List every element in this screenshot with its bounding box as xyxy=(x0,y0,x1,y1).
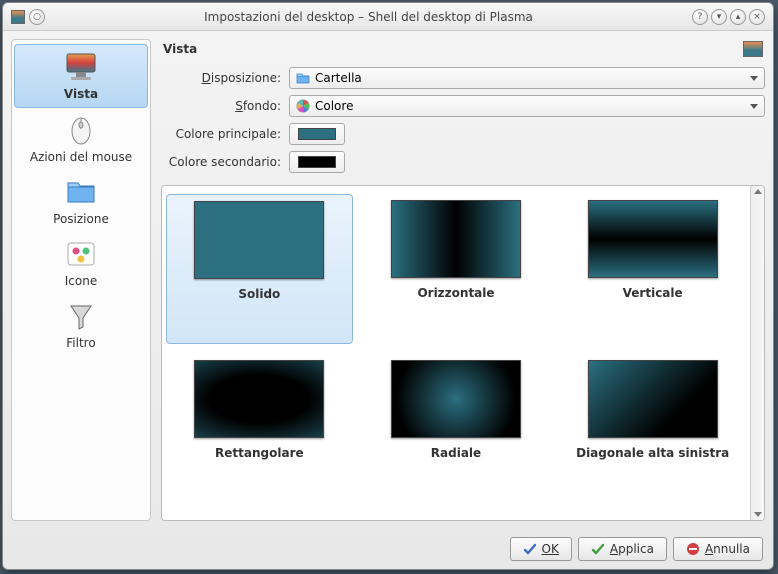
chevron-down-icon xyxy=(750,76,758,81)
pattern-orizzontale[interactable]: Orizzontale xyxy=(363,194,550,344)
sidebar-item-icone[interactable]: Icone xyxy=(14,232,148,294)
sidebar-item-label: Posizione xyxy=(53,212,109,226)
funnel-icon xyxy=(65,300,97,332)
pattern-verticale[interactable]: Verticale xyxy=(559,194,746,344)
pattern-label: Radiale xyxy=(431,446,481,460)
check-green-icon xyxy=(591,542,605,556)
window-menu-icon[interactable]: ○ xyxy=(29,9,45,25)
scroll-down-icon[interactable] xyxy=(754,512,762,517)
help-icon[interactable]: ? xyxy=(692,9,708,25)
combo-disposizione[interactable]: Cartella xyxy=(289,67,765,89)
label-colore-principale: Colore principale: xyxy=(161,127,281,141)
pattern-thumb xyxy=(588,200,718,278)
pattern-label: Orizzontale xyxy=(417,286,494,300)
color-principal-button[interactable] xyxy=(289,123,345,145)
page-title: Vista xyxy=(163,42,197,56)
chevron-down-icon xyxy=(750,104,758,109)
maximize-icon[interactable]: ▴ xyxy=(730,9,746,25)
titlebar: ○ Impostazioni del desktop – Shell del d… xyxy=(3,3,773,31)
dialog-button-bar: OK Applica Annulla xyxy=(3,529,773,569)
color-secondary-swatch xyxy=(298,156,336,168)
sidebar-item-label: Icone xyxy=(65,274,97,288)
pattern-thumb xyxy=(391,200,521,278)
combo-value: Cartella xyxy=(315,71,362,85)
button-label: OK xyxy=(542,542,559,556)
monitor-small-icon xyxy=(743,41,763,57)
scroll-up-icon[interactable] xyxy=(754,189,762,194)
pattern-thumb xyxy=(194,360,324,438)
pattern-label: Solido xyxy=(238,287,280,301)
sidebar-item-mouse[interactable]: Azioni del mouse xyxy=(14,108,148,170)
label-sfondo: Sfondo: xyxy=(161,99,281,113)
color-wheel-icon xyxy=(296,99,310,113)
sidebar-item-vista[interactable]: Vista xyxy=(14,44,148,108)
label-colore-secondario: Colore secondario: xyxy=(161,155,281,169)
button-label: Annulla xyxy=(705,542,750,556)
pattern-label: Verticale xyxy=(623,286,683,300)
pattern-solido[interactable]: Solido xyxy=(166,194,353,344)
pattern-label: Diagonale alta sinistra xyxy=(576,446,729,460)
button-label: Applica xyxy=(610,542,654,556)
mouse-icon xyxy=(65,114,97,146)
apply-button[interactable]: Applica xyxy=(578,537,667,561)
gallery-scrollbar[interactable] xyxy=(750,186,764,520)
check-icon xyxy=(523,542,537,556)
cancel-icon xyxy=(686,542,700,556)
pattern-label: Rettangolare xyxy=(215,446,304,460)
pattern-rettangolare[interactable]: Rettangolare xyxy=(166,354,353,504)
window-title: Impostazioni del desktop – Shell del des… xyxy=(45,10,692,24)
sidebar-item-label: Filtro xyxy=(66,336,95,350)
color-principal-swatch xyxy=(298,128,336,140)
palette-icon xyxy=(65,238,97,270)
monitor-icon xyxy=(65,51,97,83)
close-icon[interactable]: × xyxy=(749,9,765,25)
settings-window: ○ Impostazioni del desktop – Shell del d… xyxy=(2,2,774,570)
pattern-radiale[interactable]: Radiale xyxy=(363,354,550,504)
pattern-gallery: Solido Orizzontale Verticale Rettangolar… xyxy=(162,186,750,520)
cancel-button[interactable]: Annulla xyxy=(673,537,763,561)
app-icon xyxy=(11,10,25,24)
pattern-gallery-frame: Solido Orizzontale Verticale Rettangolar… xyxy=(161,185,765,521)
sidebar-item-filtro[interactable]: Filtro xyxy=(14,294,148,356)
sidebar-item-label: Vista xyxy=(64,87,98,101)
pattern-thumb xyxy=(588,360,718,438)
combo-sfondo[interactable]: Colore xyxy=(289,95,765,117)
minimize-icon[interactable]: ▾ xyxy=(711,9,727,25)
pattern-thumb xyxy=(194,201,324,279)
pattern-diagonale-alta-sinistra[interactable]: Diagonale alta sinistra xyxy=(559,354,746,504)
combo-value: Colore xyxy=(315,99,353,113)
sidebar-item-posizione[interactable]: Posizione xyxy=(14,170,148,232)
color-secondary-button[interactable] xyxy=(289,151,345,173)
folder-small-icon xyxy=(296,72,310,84)
category-sidebar: Vista Azioni del mouse Posizione Icone xyxy=(11,39,151,521)
pattern-thumb xyxy=(391,360,521,438)
label-disposizione: Disposizione: xyxy=(161,71,281,85)
sidebar-item-label: Azioni del mouse xyxy=(30,150,132,164)
main-panel: Vista Disposizione: Cartella Sfondo: xyxy=(161,39,765,521)
folder-icon xyxy=(65,176,97,208)
ok-button[interactable]: OK xyxy=(510,537,572,561)
